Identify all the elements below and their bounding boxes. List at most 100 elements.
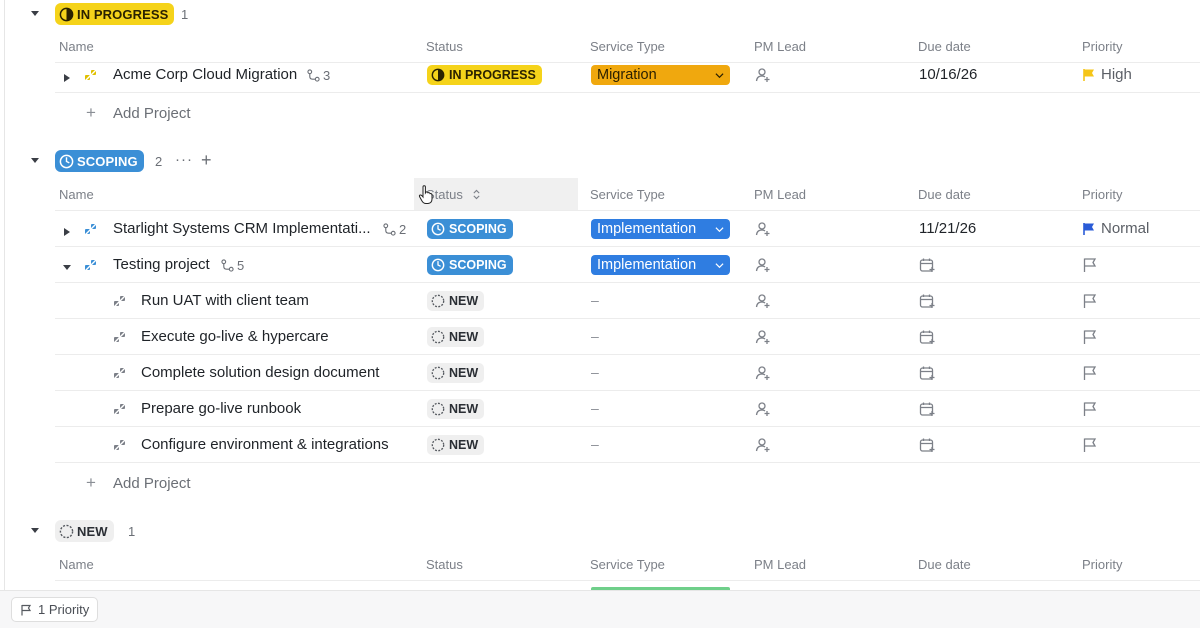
scoping-status-icon [431, 222, 445, 236]
task-name[interactable]: Acme Corp Cloud Migration [113, 66, 297, 83]
subtask-name[interactable]: Configure environment & integrations [141, 436, 389, 453]
service-type-dropdown[interactable]: Migration [591, 65, 730, 85]
set-priority-flag-icon[interactable] [1082, 257, 1098, 273]
col-header-name[interactable]: Name [59, 557, 94, 572]
assign-user-icon[interactable] [755, 67, 771, 83]
task-type-icon [84, 258, 98, 272]
set-priority-flag-icon[interactable] [1082, 365, 1098, 381]
set-priority-flag-icon[interactable] [1082, 401, 1098, 417]
task-name[interactable]: Testing project [113, 256, 210, 273]
col-header-status[interactable]: Status [426, 187, 481, 202]
assign-user-icon[interactable] [755, 221, 771, 237]
status-pill[interactable]: NEW [427, 399, 485, 419]
col-header-due-date[interactable]: Due date [918, 557, 971, 572]
subtask-name[interactable]: Run UAT with client team [141, 292, 309, 309]
scoping-status-icon [431, 258, 445, 272]
add-project-button[interactable]: + Add Project [86, 473, 191, 493]
due-date[interactable]: 11/21/26 [919, 220, 976, 237]
assign-user-icon[interactable] [755, 365, 771, 381]
in-progress-status-icon [431, 68, 445, 82]
status-pill[interactable]: IN PROGRESS [427, 65, 542, 85]
group-badge-scoping[interactable]: SCOPING [55, 150, 144, 172]
subtask-count[interactable]: 3 [307, 68, 330, 83]
col-header-priority[interactable]: Priority [1082, 187, 1122, 202]
subtask-name[interactable]: Prepare go-live runbook [141, 400, 301, 417]
col-header-name[interactable]: Name [59, 187, 94, 202]
chevron-down-icon [715, 226, 724, 232]
service-type-empty[interactable]: – [591, 364, 599, 380]
col-header-service-type[interactable]: Service Type [590, 557, 665, 572]
group-badge-in-progress[interactable]: IN PROGRESS [55, 3, 175, 25]
col-header-service-type[interactable]: Service Type [590, 187, 665, 202]
bottom-toolbar: 1 Priority [0, 590, 1200, 628]
col-header-due-date[interactable]: Due date [918, 39, 971, 54]
status-pill[interactable]: NEW [427, 435, 485, 455]
col-header-priority[interactable]: Priority [1082, 557, 1122, 572]
assign-user-icon[interactable] [755, 401, 771, 417]
service-type-empty[interactable]: – [591, 436, 599, 452]
due-date[interactable]: 10/16/26 [919, 66, 977, 83]
add-due-date-calendar-icon[interactable] [919, 329, 935, 345]
subtask-count[interactable]: 2 [383, 222, 406, 237]
collapse-group-scoping-caret-icon[interactable] [30, 155, 40, 165]
service-type-empty[interactable]: – [591, 328, 599, 344]
priority-cell[interactable]: High [1082, 66, 1132, 83]
task-name[interactable]: Starlight Systems CRM Implementati... [113, 220, 371, 237]
divider [55, 580, 1200, 581]
collapse-group-new-caret-icon[interactable] [30, 525, 40, 535]
status-pill[interactable]: NEW [427, 327, 485, 347]
expand-row-caret-icon[interactable] [63, 224, 71, 236]
sort-icon[interactable] [472, 189, 481, 200]
expand-row-caret-icon[interactable] [63, 70, 71, 82]
assign-user-icon[interactable] [755, 329, 771, 345]
plus-icon: + [86, 103, 96, 122]
service-type-empty[interactable]: – [591, 292, 599, 308]
priority-cell[interactable]: Normal [1082, 220, 1149, 237]
col-header-pm-lead[interactable]: PM Lead [754, 557, 806, 572]
assign-user-icon[interactable] [755, 257, 771, 273]
add-due-date-calendar-icon[interactable] [919, 293, 935, 309]
subtask-name[interactable]: Execute go-live & hypercare [141, 328, 329, 345]
assign-user-icon[interactable] [755, 437, 771, 453]
assign-user-icon[interactable] [755, 293, 771, 309]
subtask-count[interactable]: 5 [221, 258, 244, 273]
add-due-date-calendar-icon[interactable] [919, 437, 935, 453]
col-header-status[interactable]: Status [426, 557, 463, 572]
status-pill[interactable]: SCOPING [427, 219, 513, 239]
col-header-pm-lead[interactable]: PM Lead [754, 39, 806, 54]
collapse-row-caret-icon[interactable] [62, 259, 72, 270]
add-due-date-calendar-icon[interactable] [919, 401, 935, 417]
subtask-type-icon [113, 294, 127, 308]
divider [55, 282, 1200, 283]
collapse-group-in-progress-caret-icon[interactable] [30, 8, 40, 18]
group-add-icon[interactable]: + [201, 150, 212, 171]
add-due-date-calendar-icon[interactable] [919, 257, 935, 273]
status-pill[interactable]: SCOPING [427, 255, 513, 275]
subtask-count-value: 3 [323, 68, 331, 83]
group-badge-new[interactable]: NEW [55, 520, 114, 542]
priority-filter-label: 1 Priority [38, 602, 90, 617]
status-label: NEW [449, 294, 479, 308]
divider [55, 210, 1200, 211]
priority-filter-chip[interactable]: 1 Priority [11, 597, 99, 622]
status-label: NEW [449, 330, 479, 344]
subtask-type-icon [113, 330, 127, 344]
col-header-status[interactable]: Status [426, 39, 463, 54]
group-more-options-icon[interactable]: ··· [175, 151, 193, 168]
set-priority-flag-icon[interactable] [1082, 329, 1098, 345]
set-priority-flag-icon[interactable] [1082, 437, 1098, 453]
service-type-empty[interactable]: – [591, 400, 599, 416]
service-type-dropdown[interactable]: Implementation [591, 255, 730, 275]
add-due-date-calendar-icon[interactable] [919, 365, 935, 381]
service-type-dropdown[interactable]: Implementation [591, 219, 730, 239]
add-project-button[interactable]: + Add Project [86, 103, 191, 123]
col-header-name[interactable]: Name [59, 39, 94, 54]
set-priority-flag-icon[interactable] [1082, 293, 1098, 309]
col-header-service-type[interactable]: Service Type [590, 39, 665, 54]
subtask-name[interactable]: Complete solution design document [141, 364, 379, 381]
status-pill[interactable]: NEW [427, 291, 485, 311]
status-pill[interactable]: NEW [427, 363, 485, 383]
col-header-pm-lead[interactable]: PM Lead [754, 187, 806, 202]
col-header-priority[interactable]: Priority [1082, 39, 1122, 54]
col-header-due-date[interactable]: Due date [918, 187, 971, 202]
